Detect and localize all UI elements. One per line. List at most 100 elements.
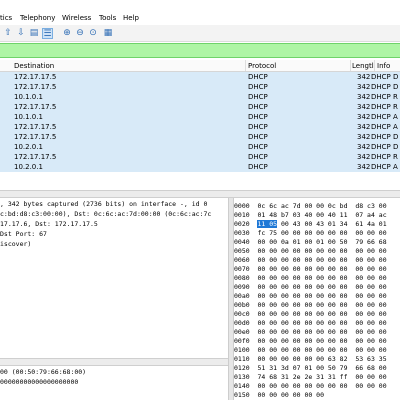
hex-line[interactable]: 00a0 00 00 00 00 00 00 00 00 00 00 00 [234, 292, 387, 300]
hex-bytes: 00 00 00 00 00 00 00 00 00 00 00 [257, 265, 387, 273]
menu-wireless[interactable]: Wireless [62, 14, 91, 22]
packet-protocol: DHCP [248, 103, 268, 111]
zoom-out-icon[interactable]: ⊖ [75, 28, 85, 38]
hex-line[interactable]: 0030 fc 75 00 00 00 00 00 00 00 00 00 [234, 229, 387, 237]
packet-info: DHCP A [371, 113, 398, 121]
packet-info: DHCP D [371, 83, 399, 91]
col-protocol[interactable]: Protocol [248, 62, 276, 70]
filter-down-icon[interactable]: ⇩ [16, 28, 26, 38]
hex-offset: 0150 [234, 391, 250, 399]
pane-splitter[interactable] [0, 190, 400, 198]
hex-bytes: fc 75 00 00 00 00 00 00 00 00 00 [257, 229, 387, 237]
display-filter-input[interactable] [2, 45, 392, 54]
packet-destination: 172.17.17.5 [14, 103, 57, 111]
hex-line[interactable]: 0150 00 00 00 00 00 00 [234, 391, 324, 399]
packet-row[interactable]: 172.17.17.5 DHCP 342 DHCP D [0, 72, 400, 82]
packet-row[interactable]: 10.1.0.1 DHCP 342 DHCP R [0, 92, 400, 102]
packet-protocol: DHCP [248, 93, 268, 101]
hex-selected-bytes[interactable]: 11 05 [257, 220, 278, 228]
packet-info: DHCP R [371, 103, 398, 111]
hex-offset: 00e0 [234, 328, 250, 336]
hex-line[interactable]: 0110 00 00 00 00 00 00 63 82 53 63 35 [234, 355, 387, 363]
hex-line[interactable]: 0080 00 00 00 00 00 00 00 00 00 00 00 [234, 274, 387, 282]
hex-line[interactable]: 0130 74 68 31 2e 2e 31 31 ff 00 00 00 [234, 373, 387, 381]
packet-protocol: DHCP [248, 143, 268, 151]
packet-protocol: DHCP [248, 73, 268, 81]
hex-dump-pane: 0000 0c 6c ac 7d 00 00 0c bd d8 c3 00 00… [234, 198, 400, 400]
menu-help[interactable]: Help [123, 14, 139, 22]
hex-line[interactable]: 0060 00 00 00 00 00 00 00 00 00 00 00 [234, 256, 387, 264]
detail-frame[interactable]: , 342 bytes captured (2736 bits) on inte… [0, 200, 207, 208]
hex-offset: 0120 [234, 364, 250, 372]
packet-row[interactable]: 172.17.17.5 DHCP 342 DHCP R [0, 152, 400, 162]
packet-details-pane: , 342 bytes captured (2736 bits) on inte… [0, 198, 228, 358]
detail-dhcp[interactable]: iscover) [0, 240, 31, 248]
hex-line[interactable]: 0070 00 00 00 00 00 00 00 00 00 00 00 [234, 265, 387, 273]
hex-line[interactable]: 00c0 00 00 00 00 00 00 00 00 00 00 00 [234, 310, 387, 318]
hex-bytes: 00 00 00 00 00 00 00 00 00 00 00 [257, 346, 387, 354]
hex-bytes: 00 00 0a 01 00 01 00 50 79 66 68 [257, 238, 387, 246]
resize-columns-icon[interactable]: ▦ [103, 28, 113, 38]
packet-protocol: DHCP [248, 113, 268, 121]
hex-line[interactable]: 00f0 00 00 00 00 00 00 00 00 00 00 00 [234, 337, 387, 345]
hex-line[interactable]: 00d0 00 00 00 00 00 00 00 00 00 00 00 [234, 319, 387, 327]
column-divider[interactable] [350, 60, 351, 71]
hex-bytes: 00 00 00 00 00 00 00 00 00 00 00 [257, 256, 387, 264]
col-length[interactable]: Lengtl [352, 62, 374, 70]
detail-udp[interactable]: Dst Port: 67 [0, 230, 47, 238]
packet-row[interactable]: 10.1.0.1 DHCP 342 DHCP A [0, 112, 400, 122]
column-divider[interactable] [245, 60, 246, 71]
packet-row[interactable]: 10.2.0.1 DHCP 342 DHCP D [0, 142, 400, 152]
hex-line[interactable]: 0040 00 00 0a 01 00 01 00 50 79 66 68 [234, 238, 387, 246]
hex-bytes: 00 00 00 00 00 00 00 00 00 00 00 [257, 283, 387, 291]
colorize-icon[interactable]: ▤ [29, 28, 39, 38]
hex-bytes: 00 43 00 43 01 34 61 4a 01 [277, 220, 387, 228]
hex-line[interactable]: 0090 00 00 00 00 00 00 00 00 00 00 00 [234, 283, 387, 291]
pane-splitter[interactable] [0, 358, 228, 366]
hex-offset: 0080 [234, 274, 250, 282]
hex-line[interactable]: 0140 00 00 00 00 00 00 00 00 00 00 00 [234, 382, 387, 390]
packet-length: 342 [357, 153, 371, 161]
hex-line[interactable]: 00b0 00 00 00 00 00 00 00 00 00 00 00 [234, 301, 387, 309]
hex-line[interactable]: 0120 51 31 3d 07 01 00 50 79 66 68 00 [234, 364, 387, 372]
zoom-reset-icon[interactable]: ⊙ [88, 28, 98, 38]
hex-line[interactable]: 0100 00 00 00 00 00 00 00 00 00 00 00 [234, 346, 387, 354]
detail-ip[interactable]: 17.17.6, Dst: 172.17.17.5 [0, 220, 98, 228]
menu-statistics[interactable]: tics [0, 14, 12, 22]
hex-offset: 0070 [234, 265, 250, 273]
menu-tools[interactable]: Tools [99, 14, 116, 22]
packet-info: DHCP A [371, 123, 398, 131]
list-icon[interactable]: ☰ [42, 28, 53, 39]
hex-bytes: 00 00 00 00 00 00 [257, 391, 325, 399]
packet-destination: 172.17.17.5 [14, 123, 57, 131]
packet-row[interactable]: 172.17.17.5 DHCP 342 DHCP D [0, 132, 400, 142]
col-info[interactable]: Info [377, 62, 390, 70]
detail-ethernet[interactable]: c:bd:d8:c3:00:00), Dst: 0c:6c:ac:7d:00:0… [0, 210, 211, 218]
hex-line[interactable]: 00e0 00 00 00 00 00 00 00 00 00 00 00 [234, 328, 387, 336]
hex-line[interactable]: 0010 01 48 b7 03 40 00 40 11 07 a4 ac [234, 211, 387, 219]
hex-line[interactable]: 0020 11 05 00 43 00 43 01 34 61 4a 01 [234, 220, 387, 228]
packet-length: 342 [357, 133, 371, 141]
packet-protocol: DHCP [248, 83, 268, 91]
packet-protocol: DHCP [248, 123, 268, 131]
detail-line[interactable]: 00 (00:50:79:66:68:00) [0, 368, 86, 376]
packet-row[interactable]: 172.17.17.5 DHCP 342 DHCP A [0, 122, 400, 132]
detail-line[interactable]: 00000000000000000000 [0, 378, 78, 386]
zoom-in-icon[interactable]: ⊕ [62, 28, 72, 38]
filter-up-icon[interactable]: ⇧ [3, 28, 13, 38]
menu-telephony[interactable]: Telephony [20, 14, 55, 22]
hex-offset: 0010 [234, 211, 250, 219]
packet-info: DHCP A [371, 163, 398, 171]
hex-line[interactable]: 0050 00 00 00 00 00 00 00 00 00 00 00 [234, 247, 387, 255]
menu-bar: tics Telephony Wireless Tools Help [0, 11, 400, 25]
hex-bytes: 00 00 00 00 00 00 00 00 00 00 00 [257, 247, 387, 255]
packet-row[interactable]: 10.2.0.1 DHCP 342 DHCP A [0, 162, 400, 172]
packet-destination: 10.2.0.1 [14, 143, 43, 151]
column-divider[interactable] [374, 60, 375, 71]
hex-offset: 0030 [234, 229, 250, 237]
hex-bytes: 00 00 00 00 00 00 00 00 00 00 00 [257, 382, 387, 390]
col-destination[interactable]: Destination [14, 62, 54, 70]
hex-line[interactable]: 0000 0c 6c ac 7d 00 00 0c bd d8 c3 00 [234, 202, 387, 210]
packet-row[interactable]: 172.17.17.5 DHCP 342 DHCP R [0, 102, 400, 112]
packet-row[interactable]: 172.17.17.5 DHCP 342 DHCP D [0, 82, 400, 92]
